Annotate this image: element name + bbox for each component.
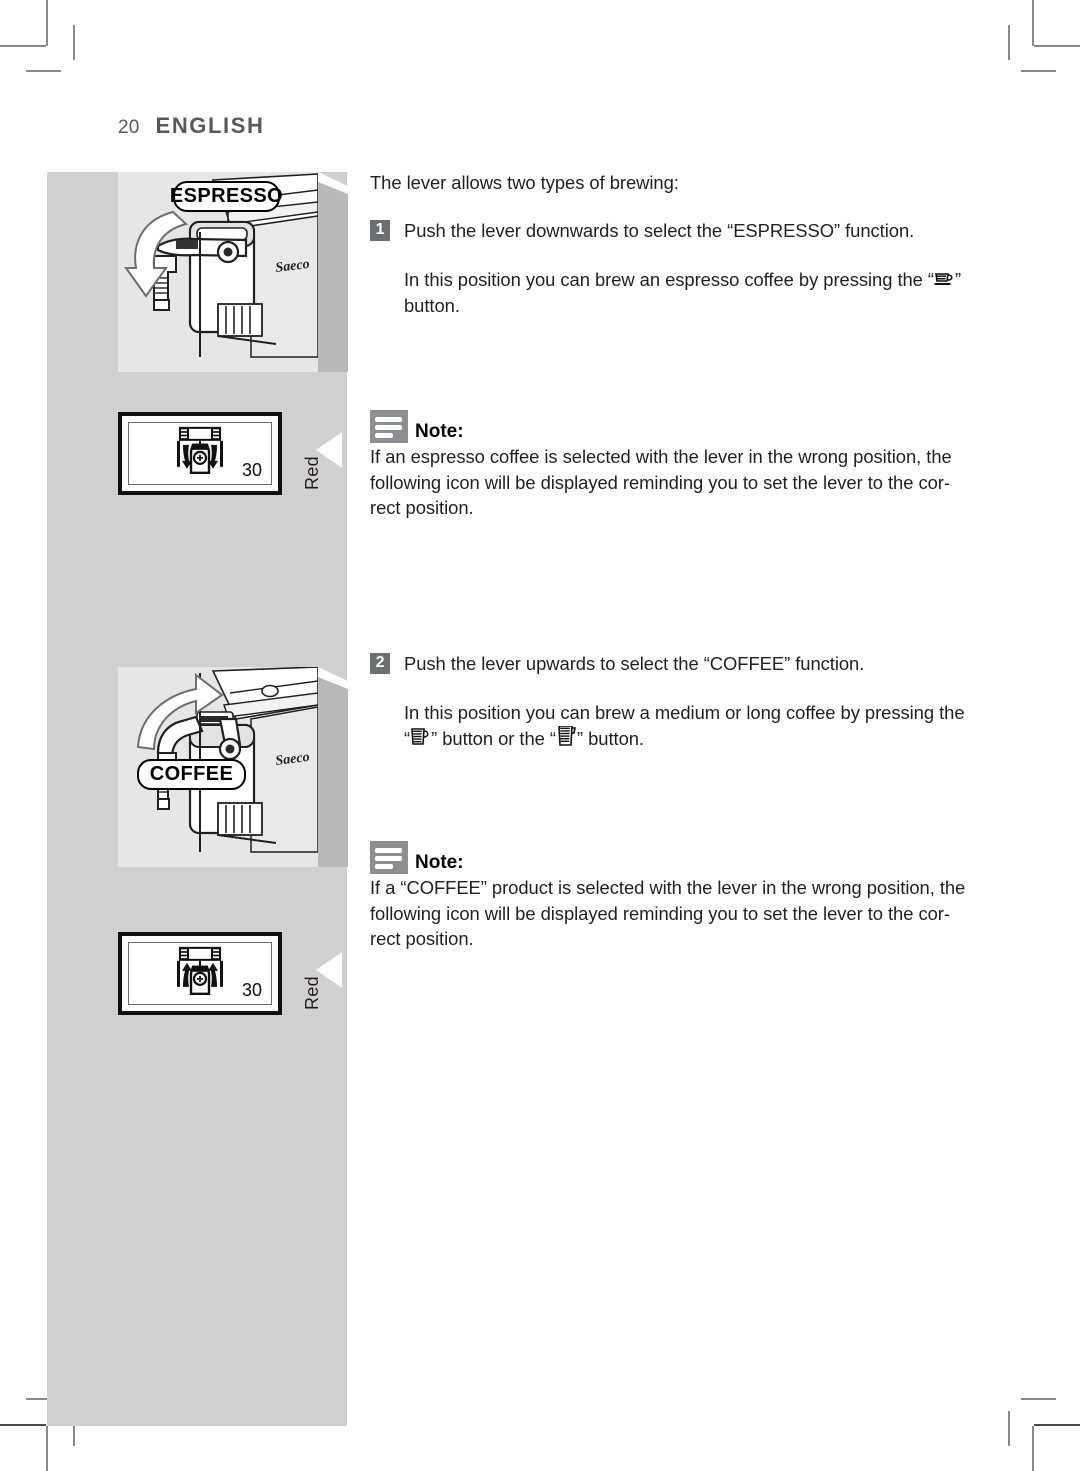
step-1: 1 Push the lever downwards to select the… — [370, 218, 970, 244]
espresso-wrong-lever-display: 30 — [118, 412, 282, 495]
crop-mark-br-h-outer — [1034, 1424, 1080, 1426]
page-number: 20 — [118, 117, 140, 138]
crop-mark-tr-h-outer — [1034, 45, 1080, 47]
crop-mark-tr-v-inner — [1008, 25, 1010, 60]
lever-up-warning-icon — [177, 946, 223, 995]
crop-mark-br-h-inner — [1021, 1398, 1056, 1400]
crop-mark-br-v-inner — [1008, 1411, 1010, 1446]
display-screen-area: 30 — [128, 942, 272, 1005]
note-1: Note: If an espresso coffee is selected … — [370, 410, 970, 521]
medium-coffee-button-icon — [411, 727, 429, 745]
step-2-detail-after: ” button. — [576, 727, 644, 749]
page-header: 20 ENGLISH — [118, 113, 265, 139]
espresso-badge: ESPRESSO — [170, 181, 283, 212]
crop-mark-tr-h-inner — [1021, 70, 1056, 72]
step-2-number: 2 — [370, 652, 390, 674]
step-1-text: Push the lever downwards to select the “… — [404, 219, 915, 241]
espresso-cup-button-icon — [934, 273, 953, 285]
note-2: Note: If a “COFFEE” product is selected … — [370, 841, 970, 952]
display-bezel: 30 — [118, 412, 282, 495]
step-2-detail: In this position you can brew a medium o… — [370, 700, 970, 751]
note-1-title: Note: — [415, 421, 464, 442]
coffee-display-pointer-label: Red — [302, 976, 322, 1010]
crop-mark-tl-v-inner — [73, 25, 75, 60]
page-title: ENGLISH — [155, 113, 265, 138]
step-1-detail: In this position you can brew an espress… — [370, 267, 970, 318]
step-1-detail-before: In this position you can brew an espress… — [404, 269, 934, 290]
intro-paragraph: The lever allows two types of brewing: — [370, 172, 679, 193]
coffee-illustration-edge-shade — [318, 667, 348, 867]
crop-mark-tl-h-outer — [0, 45, 46, 47]
display-bezel: 30 — [118, 932, 282, 1015]
long-coffee-button-icon — [558, 725, 576, 746]
note-2-title: Note: — [415, 852, 464, 873]
note-1-body: If an espresso coffee is selected with t… — [370, 446, 952, 518]
step-2-text: Push the lever upwards to select the “CO… — [404, 652, 865, 674]
note-2-body: If a “COFFEE” product is selected with t… — [370, 877, 966, 949]
lever-down-warning-icon — [177, 426, 223, 474]
note-2-header: Note: — [370, 841, 970, 874]
note-icon — [370, 841, 408, 874]
coffee-badge: COFFEE — [137, 759, 246, 790]
crop-mark-br-v-outer — [1032, 1426, 1034, 1471]
espresso-display-pointer-label: Red — [302, 456, 322, 490]
note-icon — [370, 410, 408, 443]
step-2: 2 Push the lever upwards to select the “… — [370, 651, 970, 677]
crop-mark-tl-v-outer — [46, 0, 48, 46]
coffee-wrong-lever-display: 30 — [118, 932, 282, 1015]
crop-mark-tl-h-inner — [26, 70, 61, 72]
step-1-number: 1 — [370, 219, 390, 241]
note-1-header: Note: — [370, 410, 970, 443]
display-screen-area: 30 — [128, 422, 272, 485]
crop-mark-bl-v-outer — [46, 1426, 48, 1471]
display-number: 30 — [241, 460, 262, 480]
espresso-illustration-edge-shade — [318, 172, 348, 372]
crop-mark-tr-v-outer — [1032, 0, 1034, 46]
display-number: 30 — [241, 980, 262, 1000]
content-column: The lever allows two types of brewing: 1… — [370, 170, 970, 952]
step-2-detail-middle: ” button or the “ — [431, 727, 556, 749]
crop-mark-bl-h-outer — [0, 1424, 46, 1426]
